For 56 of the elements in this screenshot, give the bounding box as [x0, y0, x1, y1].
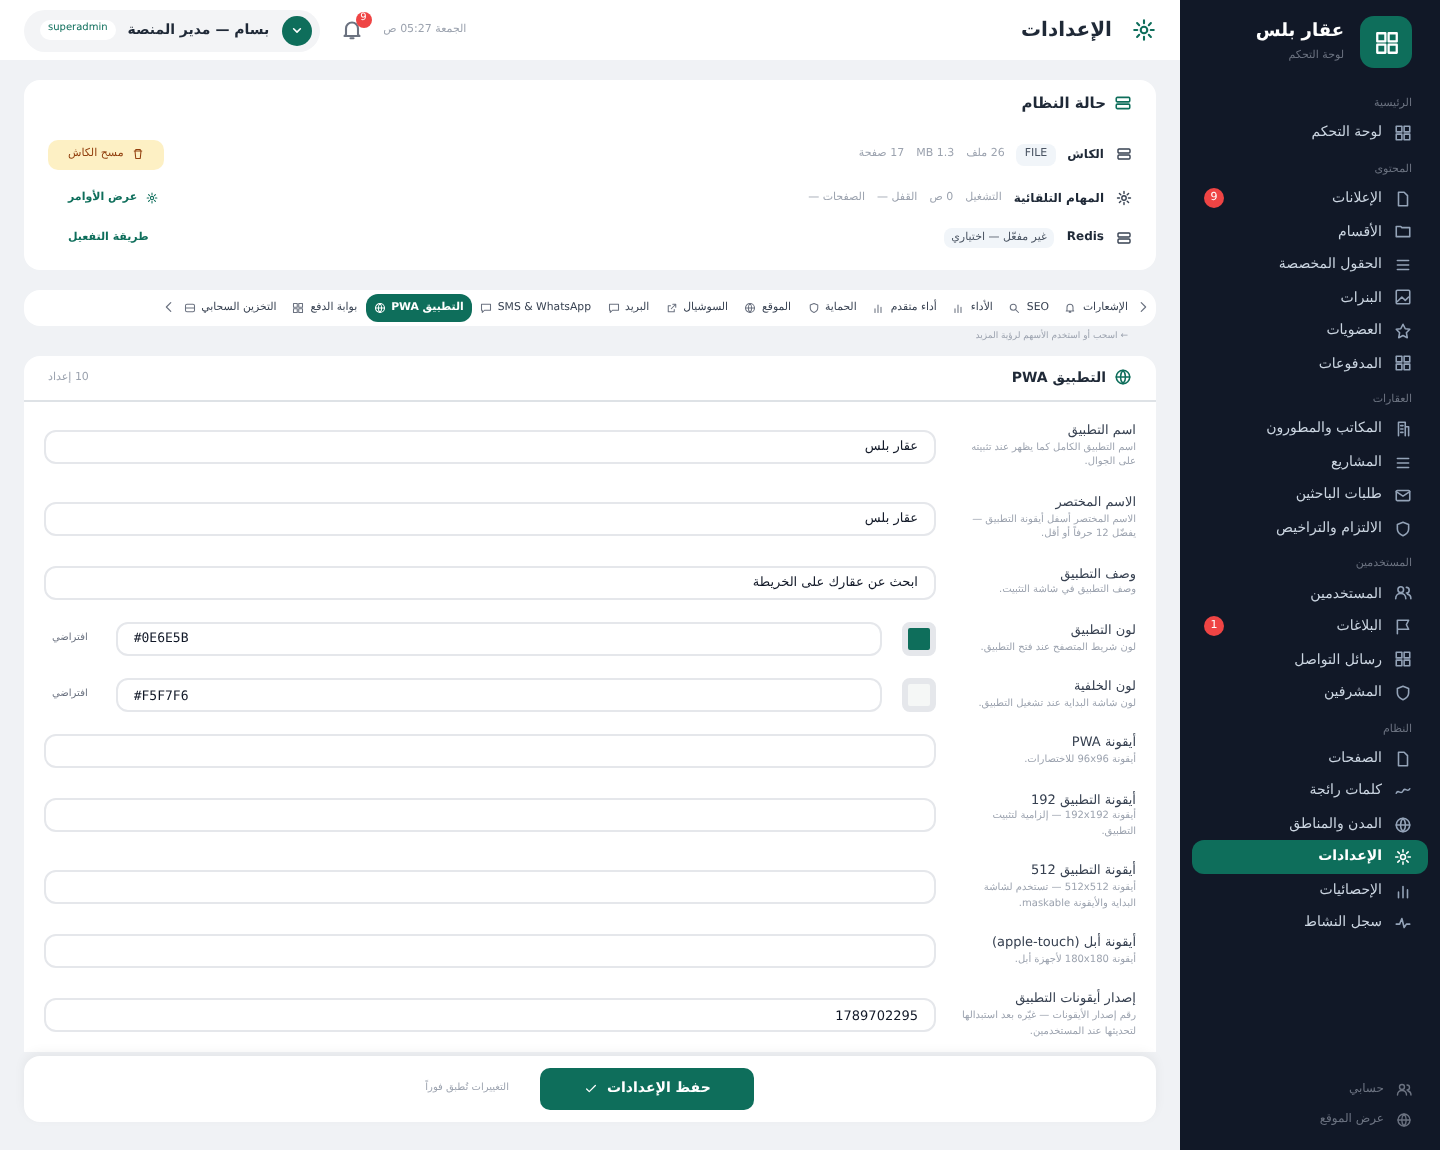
globe-icon [373, 301, 386, 314]
input-field[interactable] [44, 870, 936, 905]
page-title: الإعدادات [1020, 17, 1112, 45]
document-icon [1394, 189, 1412, 208]
globe-icon [1396, 1111, 1412, 1127]
list-icon [1394, 255, 1412, 274]
shield-icon [807, 301, 820, 314]
globe-icon [1114, 368, 1132, 387]
server-icon [1116, 146, 1132, 163]
document-icon [1394, 749, 1412, 767]
trend-icon [1394, 782, 1412, 800]
settings-icon [1132, 18, 1156, 42]
list-icon [1394, 453, 1412, 471]
external-link-icon [665, 301, 678, 314]
globe-icon [744, 301, 757, 314]
grid-icon [1373, 29, 1399, 55]
image-icon [1394, 288, 1412, 307]
grid-icon [1394, 650, 1412, 669]
grid-icon [1394, 354, 1412, 373]
input-field[interactable] [44, 934, 936, 969]
activity-icon [1394, 914, 1412, 932]
bar-chart-icon [952, 301, 965, 314]
star-icon [1394, 321, 1412, 340]
server-icon [1114, 94, 1132, 113]
chevron-right-icon [1136, 300, 1150, 315]
chat-bubble-icon [479, 301, 492, 314]
bar-chart-icon [1394, 881, 1412, 899]
shield-icon [1394, 519, 1412, 537]
search-icon [1008, 301, 1021, 314]
settings-icon [145, 192, 158, 204]
flag-icon [1394, 617, 1412, 636]
color-swatch[interactable] [902, 678, 936, 713]
chat-bubble-icon [607, 301, 620, 314]
input-field[interactable] [44, 734, 936, 769]
globe-icon [1394, 815, 1412, 833]
shield-icon [1394, 683, 1412, 702]
bell-icon [339, 18, 364, 42]
bar-chart-icon [872, 301, 885, 314]
grid-icon [292, 301, 305, 314]
trash-icon [131, 148, 144, 161]
settings-icon [1394, 848, 1412, 866]
color-swatch[interactable] [902, 621, 936, 656]
brand-name: عقار بلس [1255, 20, 1344, 47]
folder-icon [1394, 222, 1412, 241]
input-field[interactable] [44, 798, 936, 833]
grid-icon [1394, 124, 1412, 142]
chevron-left-icon [161, 300, 176, 315]
users-icon [1396, 1081, 1412, 1097]
envelope-icon [1394, 486, 1412, 504]
storage-icon [183, 301, 196, 314]
check-icon [584, 1081, 599, 1096]
users-icon [1394, 584, 1412, 603]
settings-icon [1116, 190, 1132, 206]
building-icon [1394, 420, 1412, 438]
server-icon [1116, 229, 1132, 246]
notification-icon [1064, 301, 1077, 314]
